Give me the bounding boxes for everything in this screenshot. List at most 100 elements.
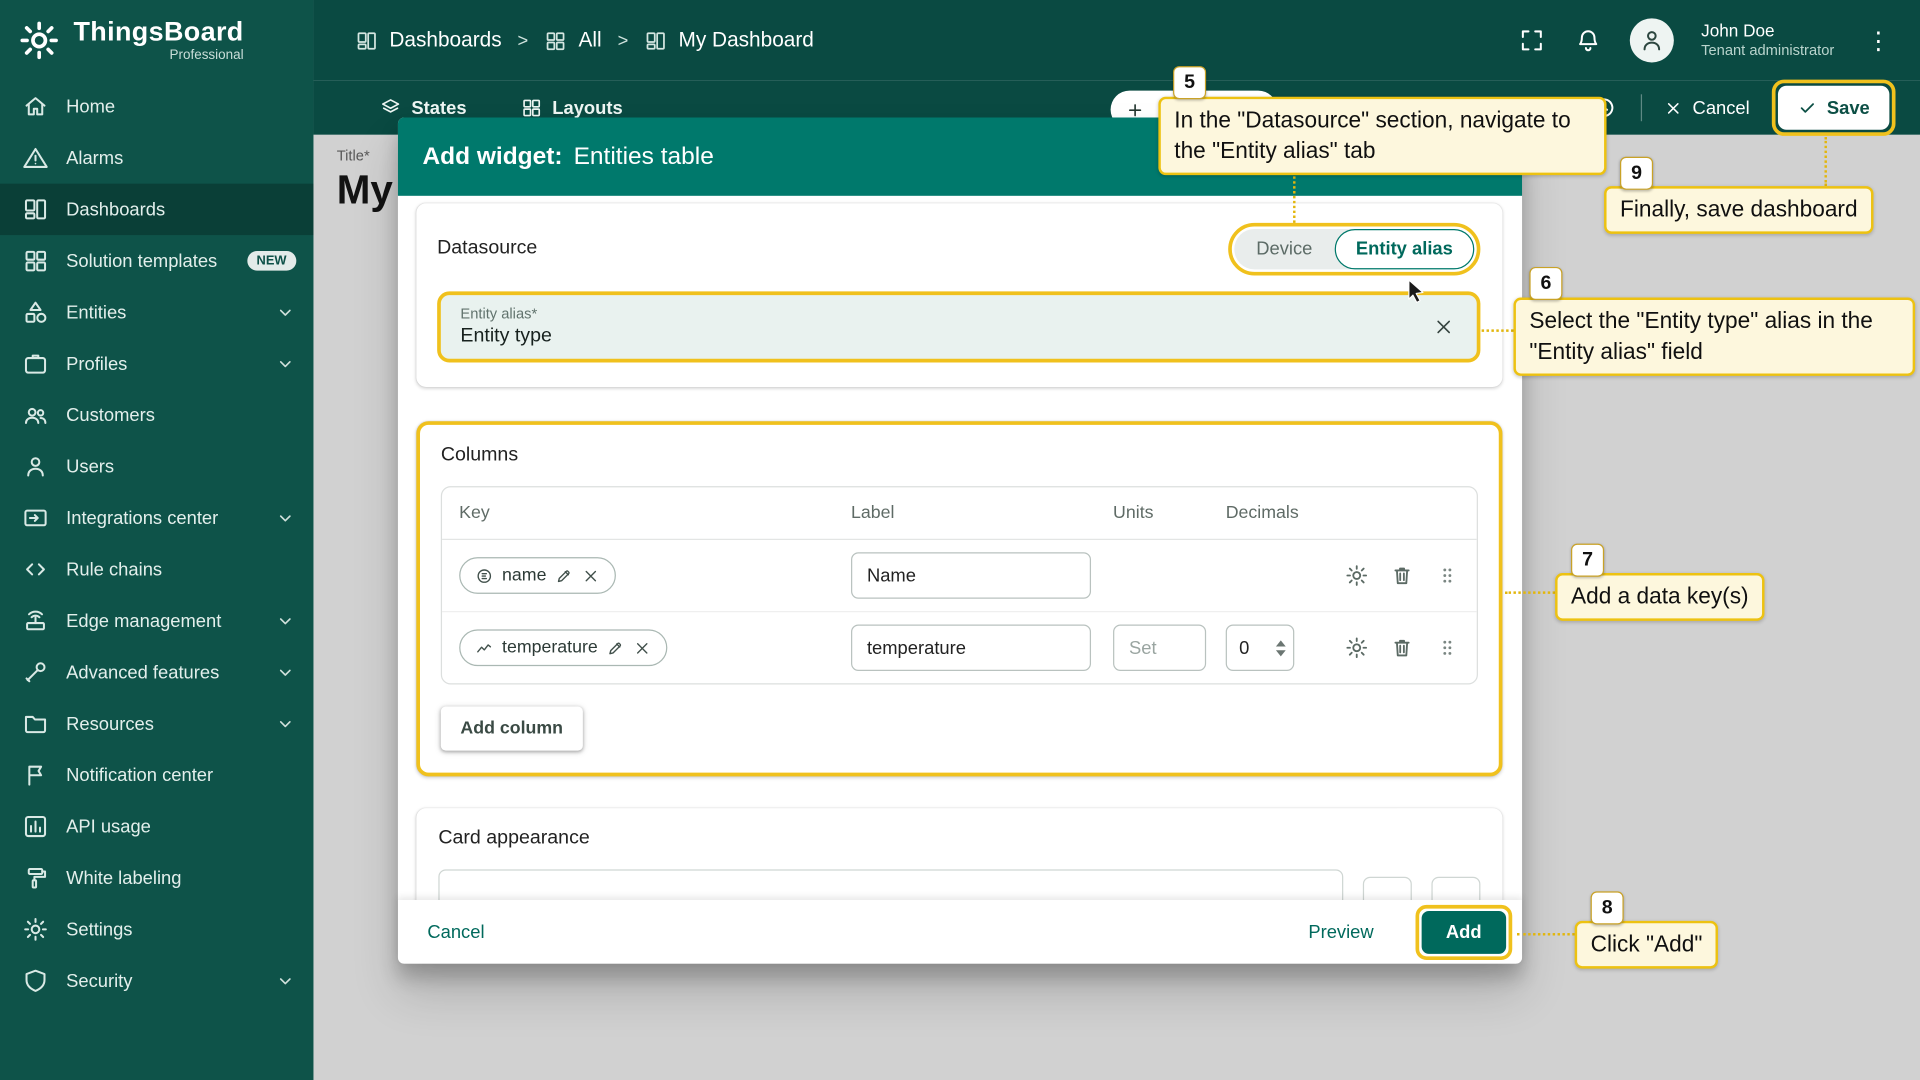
sidebar-item-alarms[interactable]: Alarms bbox=[0, 132, 313, 183]
tab-entity-alias[interactable]: Entity alias bbox=[1334, 228, 1474, 268]
column-settings-button[interactable] bbox=[1344, 563, 1368, 587]
column-settings-button[interactable] bbox=[1344, 636, 1368, 660]
close-icon bbox=[1664, 99, 1682, 117]
save-button[interactable]: Save bbox=[1778, 86, 1889, 130]
gear-icon bbox=[22, 916, 49, 943]
sidebar-item-label: Rule chains bbox=[66, 559, 162, 580]
sidebar-item-label: Advanced features bbox=[66, 662, 219, 683]
sidebar-item-rule-chains[interactable]: Rule chains bbox=[0, 544, 313, 595]
edit-key-button[interactable] bbox=[555, 566, 573, 584]
sidebar-item-entities[interactable]: Entities bbox=[0, 287, 313, 338]
clear-alias-button[interactable] bbox=[1433, 316, 1455, 338]
shield-icon bbox=[22, 967, 49, 994]
fullscreen-button[interactable] bbox=[1517, 26, 1546, 55]
sidebar-item-security[interactable]: Security bbox=[0, 955, 313, 1006]
sidebar-item-profiles[interactable]: Profiles bbox=[0, 338, 313, 389]
fullscreen-icon bbox=[1519, 27, 1546, 54]
flag-icon bbox=[22, 762, 49, 789]
sidebar-item-notification-center[interactable]: Notification center bbox=[0, 749, 313, 800]
remove-key-button[interactable] bbox=[582, 566, 600, 584]
entity-alias-field[interactable]: Entity alias* Entity type bbox=[437, 291, 1480, 362]
dialog-body: Datasource Device Entity alias Entity al… bbox=[398, 196, 1522, 900]
column-header-decimals: Decimals bbox=[1226, 503, 1344, 523]
column-header-units: Units bbox=[1113, 503, 1226, 523]
entity-alias-field-label: Entity alias* bbox=[460, 305, 1457, 322]
card-appearance-control[interactable] bbox=[1431, 877, 1480, 900]
sidebar-item-label: Alarms bbox=[66, 148, 123, 169]
sidebar-item-label: Customers bbox=[66, 405, 155, 426]
pencil-icon bbox=[555, 566, 573, 584]
sidebar-item-home[interactable]: Home bbox=[0, 81, 313, 132]
chevron-icon bbox=[274, 970, 296, 992]
columns-section: Columns Key Label Units Decimals name bbox=[416, 421, 1502, 776]
check-icon bbox=[1797, 98, 1817, 118]
label-input[interactable] bbox=[851, 624, 1091, 671]
add-column-button[interactable]: Add column bbox=[441, 707, 583, 751]
person-icon bbox=[22, 453, 49, 480]
columns-rows: name temperature 0 bbox=[442, 540, 1477, 683]
breadcrumb-item[interactable]: My Dashboard bbox=[644, 28, 814, 52]
sidebar-item-dashboards[interactable]: Dashboards bbox=[0, 184, 313, 235]
delete-column-button[interactable] bbox=[1390, 563, 1414, 587]
breadcrumb-item[interactable]: Dashboards bbox=[355, 28, 502, 52]
column-header-label: Label bbox=[851, 503, 1113, 523]
trash-icon bbox=[1390, 636, 1414, 660]
router-icon bbox=[22, 607, 49, 634]
add-button[interactable]: Add bbox=[1421, 910, 1506, 953]
dialog-title-prefix: Add widget: bbox=[422, 143, 562, 171]
remove-key-button[interactable] bbox=[633, 639, 651, 657]
brand-logo[interactable]: ThingsBoard Professional bbox=[0, 0, 313, 81]
label-input[interactable] bbox=[851, 552, 1091, 599]
category-icon bbox=[22, 299, 49, 326]
history-button[interactable] bbox=[1590, 93, 1619, 122]
sidebar-item-white-labeling[interactable]: White labeling bbox=[0, 852, 313, 903]
decimals-input[interactable]: 0 bbox=[1226, 624, 1295, 671]
drag-handle[interactable] bbox=[1435, 636, 1459, 660]
pencil-icon bbox=[606, 639, 624, 657]
sidebar-item-solution-templates[interactable]: Solution templates NEW bbox=[0, 235, 313, 286]
sidebar-item-label: Settings bbox=[66, 919, 132, 940]
column-header-key: Key bbox=[459, 503, 851, 523]
card-appearance-input[interactable] bbox=[438, 869, 1343, 900]
sidebar-item-settings[interactable]: Settings bbox=[0, 904, 313, 955]
states-button[interactable]: States bbox=[380, 97, 467, 119]
tab-device[interactable]: Device bbox=[1234, 228, 1334, 268]
datasource-label: Datasource bbox=[437, 238, 537, 260]
sidebar-item-api-usage[interactable]: API usage bbox=[0, 801, 313, 852]
datakey-name: temperature bbox=[502, 638, 598, 658]
layouts-button[interactable]: Layouts bbox=[520, 97, 622, 119]
sidebar-item-resources[interactable]: Resources bbox=[0, 698, 313, 749]
datakey-chip[interactable]: name bbox=[459, 557, 616, 594]
chevron-icon bbox=[274, 610, 296, 632]
decimals-spinner[interactable] bbox=[1276, 640, 1293, 656]
datakey-chip[interactable]: temperature bbox=[459, 629, 667, 666]
sidebar-item-users[interactable]: Users bbox=[0, 441, 313, 492]
sidebar-item-edge-management[interactable]: Edge management bbox=[0, 595, 313, 646]
preview-button[interactable]: Preview bbox=[1301, 920, 1381, 943]
sidebar-item-label: Entities bbox=[66, 302, 126, 323]
drag-handle[interactable] bbox=[1435, 563, 1459, 587]
header-menu-button[interactable]: ⋮ bbox=[1861, 25, 1895, 56]
breadcrumb-item[interactable]: All bbox=[544, 28, 601, 52]
states-icon bbox=[380, 97, 402, 119]
cancel-button[interactable]: Cancel bbox=[1664, 97, 1749, 118]
sidebar-item-customers[interactable]: Customers bbox=[0, 389, 313, 440]
delete-column-button[interactable] bbox=[1390, 636, 1414, 660]
sidebar-item-advanced-features[interactable]: Advanced features bbox=[0, 647, 313, 698]
add-widget-dialog: Add widget: Entities table Datasource De… bbox=[398, 118, 1522, 964]
edit-key-button[interactable] bbox=[606, 639, 624, 657]
header-actions: John Doe Tenant administrator ⋮ bbox=[1517, 18, 1920, 62]
sidebar-item-label: Profiles bbox=[66, 353, 127, 374]
avatar[interactable] bbox=[1630, 18, 1674, 62]
mouse-cursor-icon bbox=[1403, 277, 1430, 304]
toolbar-divider bbox=[1641, 94, 1642, 121]
entitykey-icon bbox=[475, 566, 493, 584]
sidebar-item-integrations-center[interactable]: Integrations center bbox=[0, 492, 313, 543]
dialog-cancel-button[interactable]: Cancel bbox=[420, 912, 492, 952]
columns-label: Columns bbox=[441, 444, 1478, 466]
chevron-icon bbox=[274, 507, 296, 529]
notifications-button[interactable] bbox=[1574, 26, 1603, 55]
card-appearance-control[interactable] bbox=[1363, 877, 1412, 900]
sidebar-item-label: Solution templates bbox=[66, 250, 217, 271]
units-input[interactable] bbox=[1113, 624, 1206, 671]
